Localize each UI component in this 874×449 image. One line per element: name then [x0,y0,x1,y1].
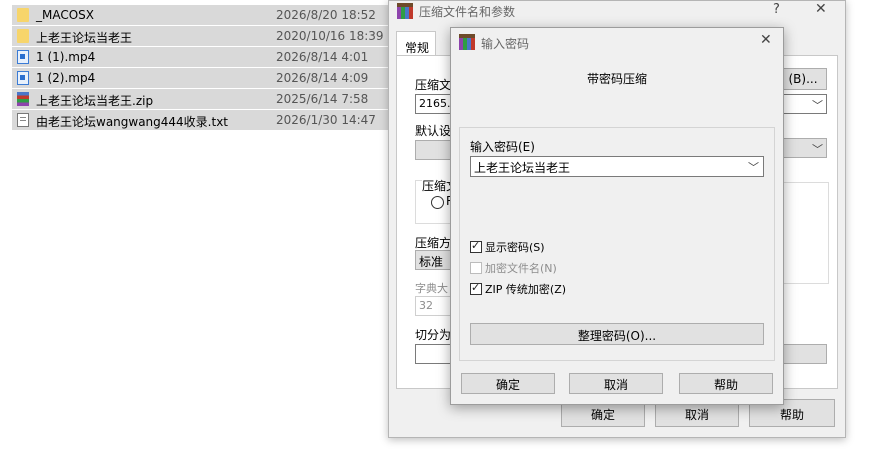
file-name: 由老王论坛wangwang444收录.txt [36,115,229,129]
tab-general[interactable]: 常规 [396,31,436,55]
set-password-button-back[interactable] [779,344,827,364]
encrypt-filenames-checkbox[interactable] [470,262,482,274]
password-panel: 输入密码(E) 上老王论坛当老王 ﹀ 显示密码(S) 加密文件名(N) ZIP … [459,127,775,361]
file-name: 1 (2).mp4 [36,71,96,85]
split-label: 切分为 [415,328,452,342]
password-heading: 带密码压缩 [586,72,647,86]
file-date: 2026/8/20 18:52 [276,8,376,22]
file-date: 2026/1/30 14:47 [276,113,376,127]
password-combobox[interactable]: 上老王论坛当老王 ﹀ [470,156,764,177]
password-value: 上老王论坛当老王 [474,161,571,175]
file-row[interactable]: _MACOSX 2026/8/20 18:52 [12,5,388,25]
chevron-down-icon: ﹀ [812,143,823,156]
zip-legacy-encryption-label: ZIP 传统加密(Z) [485,283,567,296]
file-date: 2026/8/14 4:09 [276,71,369,85]
file-row[interactable]: 1 (2).mp4 2026/8/14 4:09 [12,68,388,88]
file-date: 2025/6/14 7:58 [276,92,369,106]
chevron-down-icon: ﹀ [812,99,823,112]
file-name: 上老王论坛当老王 [36,31,133,45]
winrar-app-icon [397,3,413,19]
show-password-checkbox[interactable] [470,239,482,253]
file-row[interactable]: 上老王论坛当老王.zip 2025/6/14 7:58 [12,89,388,109]
dict-size-label: 字典大 [415,282,448,295]
file-row[interactable]: 上老王论坛当老王 2020/10/16 18:39 [12,26,388,46]
cancel-button[interactable]: 取消 [569,373,663,394]
show-password-label: 显示密码(S) [485,241,545,254]
file-name: 上老王论坛当老王.zip [36,94,154,108]
folder-icon [17,8,29,22]
file-name: _MACOSX [36,8,95,22]
file-row[interactable]: 由老王论坛wangwang444收录.txt 2026/1/30 14:47 [12,110,388,130]
archive-name-label: 压缩文 [415,78,452,92]
method-label: 压缩方 [415,236,452,250]
password-label: 输入密码(E) [470,140,535,154]
file-name: 1 (1).mp4 [36,50,96,64]
file-date: 2020/10/16 18:39 [276,29,384,43]
organize-passwords-button[interactable]: 整理密码(O)... [470,323,764,345]
format-radio[interactable] [431,196,444,209]
encrypt-filenames-label: 加密文件名(N) [485,262,557,275]
video-file-icon [17,50,29,64]
browse-button[interactable]: (B)... [779,68,827,90]
winrar-app-icon [459,34,475,50]
winrar-archive-icon [17,92,29,106]
video-file-icon [17,71,29,85]
enter-password-dialog: 输入密码 ✕ 带密码压缩 输入密码(E) 上老王论坛当老王 ﹀ 显示密码(S) … [450,27,784,405]
default-profile-label: 默认设 [415,124,452,138]
help-button[interactable]: 帮助 [679,373,773,394]
help-icon[interactable]: ? [773,2,780,17]
zip-legacy-encryption-checkbox[interactable] [470,281,482,295]
dialog-title: 压缩文件名和参数 [419,5,516,19]
options-group [779,182,829,284]
close-icon[interactable]: ✕ [760,32,772,48]
archive-name-dropdown[interactable]: ﹀ [779,94,827,114]
file-row[interactable]: 1 (1).mp4 2026/8/14 4:01 [12,47,388,67]
update-mode-dropdown[interactable]: ﹀ [779,138,827,158]
text-file-icon [17,113,29,127]
file-date: 2026/8/14 4:01 [276,50,369,64]
password-dialog-title: 输入密码 [481,37,530,51]
close-icon[interactable]: ✕ [815,1,827,17]
chevron-down-icon: ﹀ [748,161,759,174]
ok-button[interactable]: 确定 [461,373,555,394]
folder-icon [17,29,29,43]
